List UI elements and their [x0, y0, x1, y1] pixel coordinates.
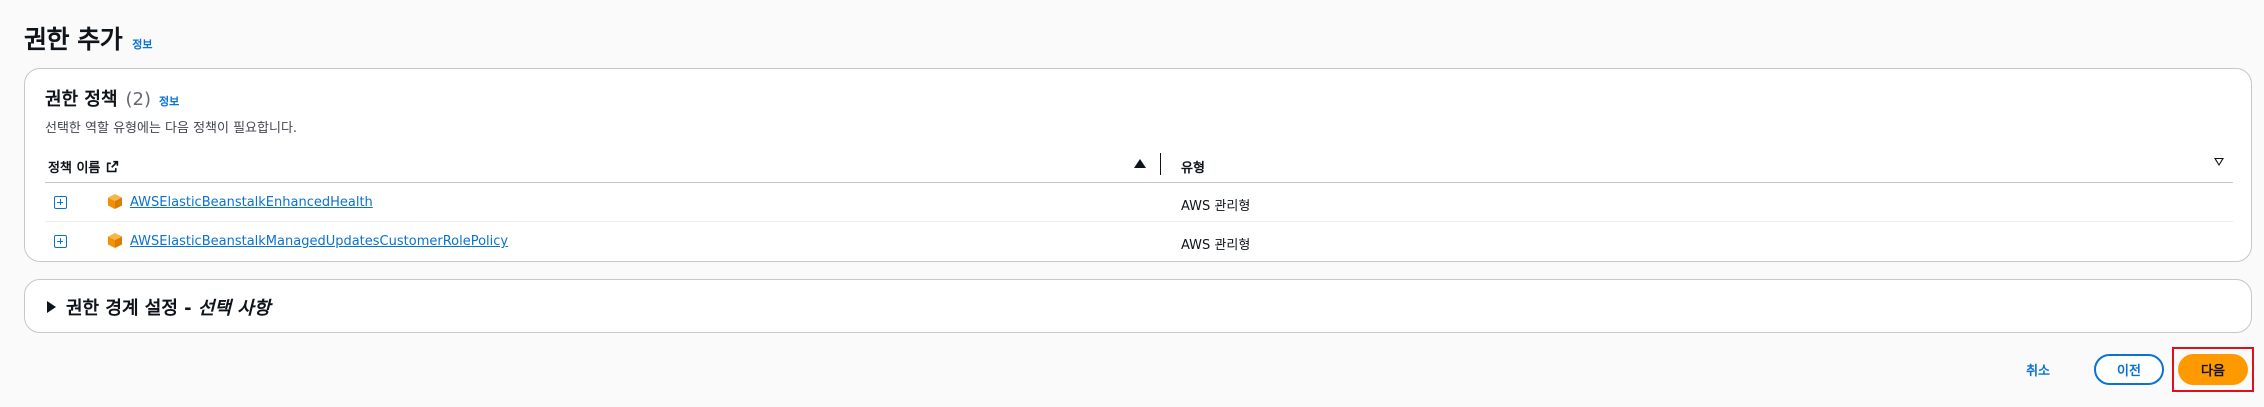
policies-table: 정책 이름 유형 AWSElasticBeanstalkEnhancedHeal… [45, 145, 2233, 261]
permissions-boundary-panel: 권한 경계 설정 - 선택 사항 [24, 279, 2252, 333]
expand-row-icon[interactable] [54, 235, 67, 248]
permission-policies-count: (2) [125, 89, 152, 110]
table-row: AWSElasticBeanstalkEnhancedHealth AWS 관리… [45, 183, 2233, 222]
policy-name-link[interactable]: AWSElasticBeanstalkManagedUpdatesCustome… [130, 234, 508, 249]
column-header-type[interactable]: 유형 [1181, 157, 1205, 176]
sort-ascending-icon[interactable] [1134, 159, 1146, 168]
page-title: 권한 추가 [24, 25, 123, 54]
policy-type: AWS 관리형 [1181, 199, 1251, 214]
column-header-policy-name[interactable]: 정책 이름 [48, 157, 119, 176]
table-row: AWSElasticBeanstalkManagedUpdatesCustome… [45, 222, 2233, 261]
permission-policies-header: 권한 정책 (2) 정보 선택한 역할 유형에는 다음 정책이 필요합니다. [45, 85, 297, 136]
permissions-boundary-toggle[interactable]: 권한 경계 설정 - 선택 사항 [47, 294, 270, 320]
next-button-highlight: 다음 [2172, 346, 2254, 392]
aws-managed-policy-cube-icon [108, 233, 122, 248]
permission-policies-info-link[interactable]: 정보 [159, 93, 179, 109]
permission-policies-title: 권한 정책 [45, 89, 118, 110]
permission-policies-panel: 권한 정책 (2) 정보 선택한 역할 유형에는 다음 정책이 필요합니다. 정… [24, 68, 2252, 262]
cancel-button[interactable]: 취소 [2026, 360, 2050, 379]
column-header-policy-name-label: 정책 이름 [48, 161, 101, 176]
expand-row-icon[interactable] [54, 196, 67, 209]
policy-name-link[interactable]: AWSElasticBeanstalkEnhancedHealth [130, 195, 373, 210]
page-info-link[interactable]: 정보 [132, 36, 152, 52]
permissions-boundary-title: 권한 경계 설정 - 선택 사항 [66, 298, 271, 319]
column-divider[interactable] [1160, 153, 1161, 175]
sort-descending-icon[interactable] [2214, 158, 2224, 166]
page-header: 권한 추가 정보 [24, 20, 152, 56]
permissions-boundary-optional: 선택 사항 [197, 298, 271, 319]
policy-type: AWS 관리형 [1181, 238, 1251, 253]
wizard-actions: 취소 이전 다음 [2026, 346, 2254, 392]
permission-policies-description: 선택한 역할 유형에는 다음 정책이 필요합니다. [45, 121, 298, 136]
next-button[interactable]: 다음 [2178, 353, 2248, 385]
aws-managed-policy-cube-icon [108, 194, 122, 209]
external-link-icon [107, 160, 119, 173]
caret-right-icon [47, 301, 56, 313]
previous-button[interactable]: 이전 [2094, 353, 2164, 385]
table-header: 정책 이름 유형 [45, 145, 2233, 183]
